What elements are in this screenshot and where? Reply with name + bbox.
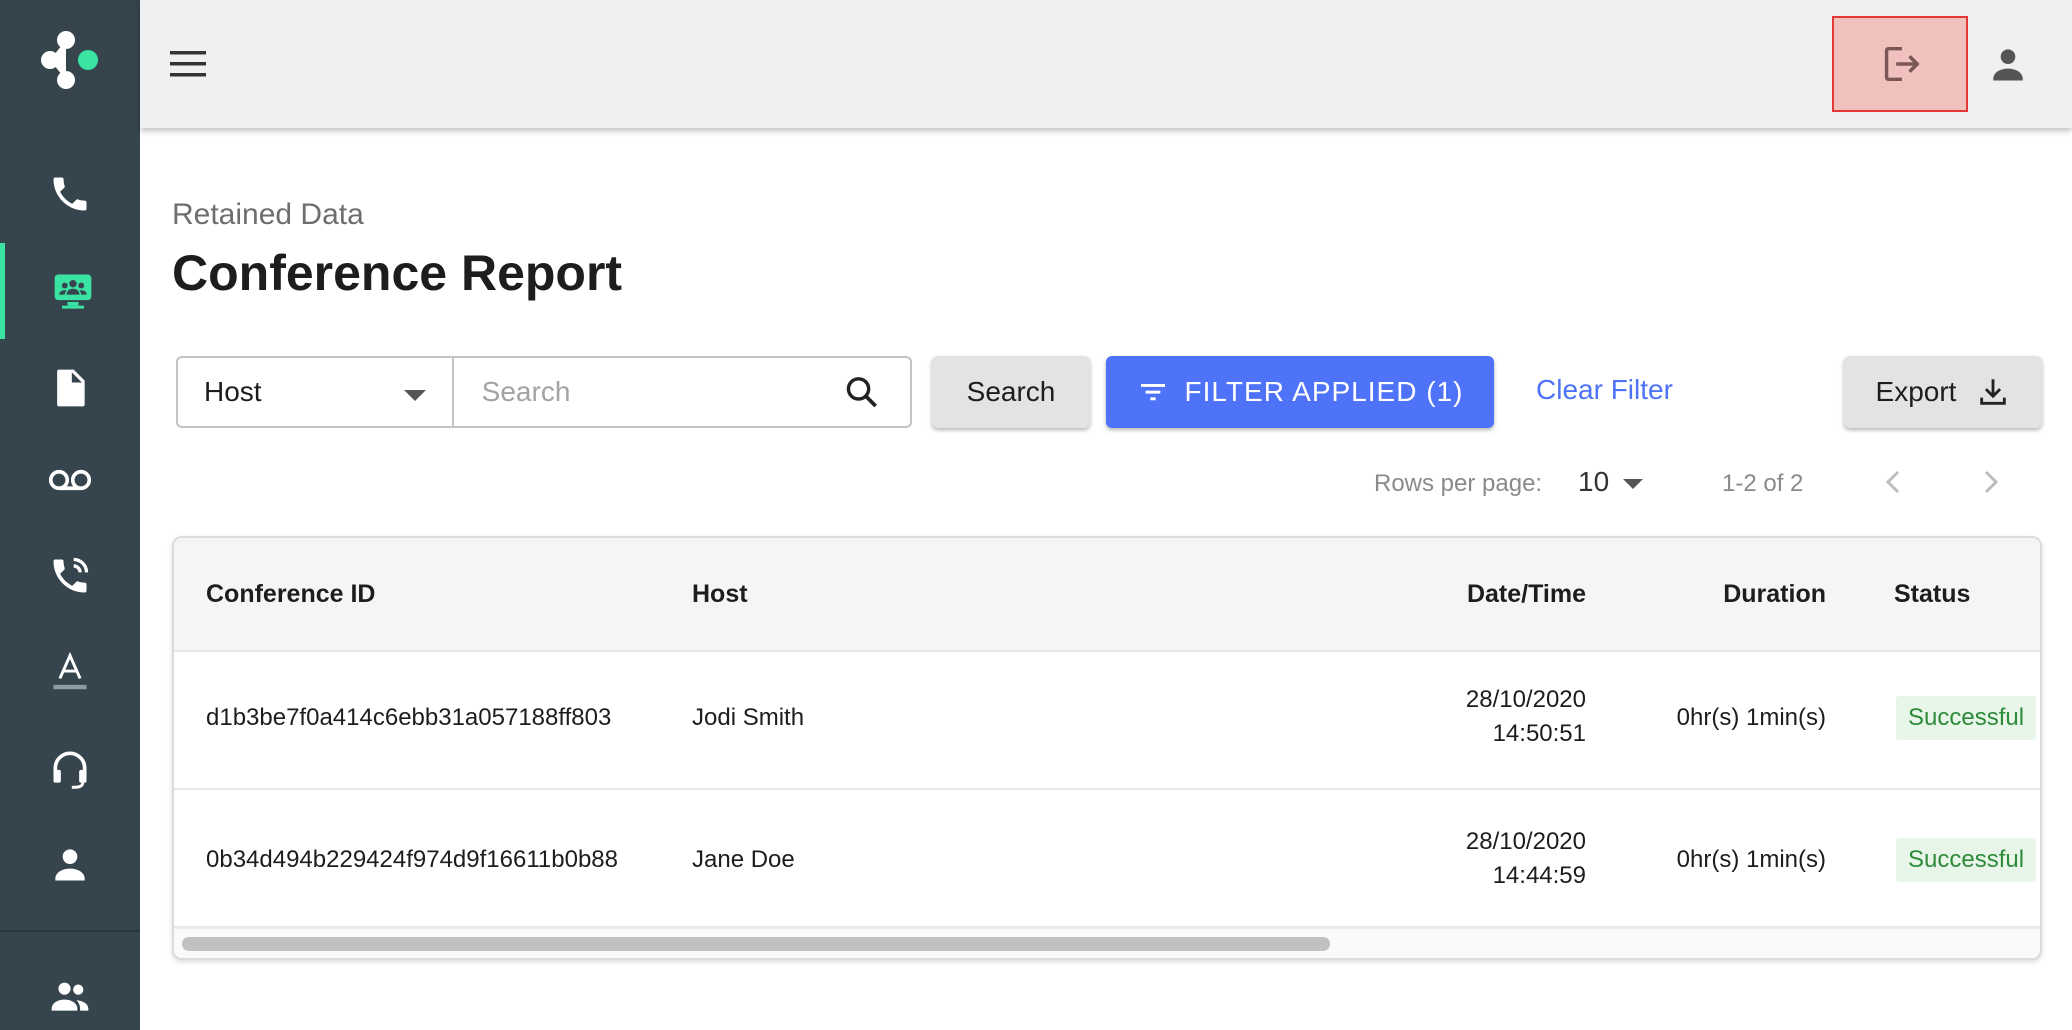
date-cell: 28/10/2020 [1465, 686, 1586, 713]
host-cell: Jane Doe [692, 846, 795, 873]
export-button[interactable]: Export [1844, 356, 2042, 428]
filter-icon [1140, 384, 1165, 401]
menu-button[interactable] [166, 42, 214, 86]
scrollbar-thumb[interactable] [182, 937, 1330, 951]
status-badge: Successful [1896, 838, 2037, 882]
group-icon [51, 982, 89, 1011]
download-icon [1980, 379, 2007, 405]
clear-filter-link[interactable]: Clear Filter [1536, 374, 1673, 406]
person-icon [55, 849, 85, 881]
logout-button[interactable] [1832, 16, 1968, 112]
horizontal-scrollbar[interactable] [174, 928, 2040, 958]
duration-cell: 0hr(s) 1min(s) [1676, 846, 1826, 873]
sidebar-item-users[interactable] [0, 816, 140, 912]
column-header-conference-id[interactable]: Conference ID [206, 580, 375, 609]
pagination-range: 1-2 of 2 [1722, 470, 1804, 497]
sidebar-item-text-formatting[interactable] [0, 624, 140, 720]
conference-id-cell: 0b34d494b229424f974d9f16611b0b88 [206, 846, 618, 873]
sidebar [0, 0, 140, 1030]
host-cell: Jodi Smith [692, 704, 805, 731]
filter-applied-label: FILTER APPLIED (1) [1184, 376, 1464, 407]
rows-per-page-value: 10 [1578, 466, 1610, 497]
conference-id-cell: d1b3be7f0a414c6ebb31a057188ff803 [206, 704, 612, 731]
app-logo[interactable] [40, 30, 104, 90]
status-badge: Successful [1896, 696, 2037, 740]
table-header: Conference ID Host Date/Time Duration St… [174, 538, 2040, 652]
sidebar-item-voicemail[interactable] [0, 432, 140, 528]
rows-per-page-label: Rows per page: [1374, 470, 1543, 497]
filter-applied-button[interactable]: FILTER APPLIED (1) [1106, 356, 1494, 428]
sidebar-item-support[interactable] [0, 720, 140, 816]
page-subtitle: Retained Data [172, 198, 364, 231]
conference-icon [54, 274, 91, 309]
time-cell: 14:50:51 [1492, 720, 1586, 747]
sidebar-item-call-forwarding[interactable] [0, 528, 140, 624]
sidebar-item-groups[interactable] [0, 948, 140, 1030]
table-row[interactable]: 0b34d494b229424f974d9f16611b0b88 Jane Do… [174, 790, 2040, 928]
column-header-status[interactable]: Status [1894, 580, 1970, 609]
column-header-duration[interactable]: Duration [1723, 580, 1826, 609]
account-button[interactable] [1978, 34, 2038, 94]
headset-icon [53, 751, 87, 789]
rows-per-page-select[interactable]: 10 [1578, 462, 1644, 502]
column-header-host[interactable]: Host [692, 580, 748, 609]
account-icon [1993, 49, 2023, 81]
voicemail-icon [49, 469, 91, 491]
chevron-down-icon [403, 390, 426, 401]
column-header-date-time[interactable]: Date/Time [1467, 580, 1586, 609]
app-root: Retained Data Conference Report Host Sea… [0, 0, 2072, 1030]
sidebar-item-documents[interactable] [0, 340, 140, 436]
sidebar-divider [0, 930, 140, 932]
conference-table: Conference ID Host Date/Time Duration St… [172, 536, 2042, 960]
table-row[interactable]: d1b3be7f0a414c6ebb31a057188ff803 Jodi Sm… [174, 652, 2040, 790]
search-field-select-value: Host [204, 376, 262, 407]
document-icon [57, 369, 85, 407]
export-label: Export [1875, 376, 1957, 407]
time-cell: 14:44:59 [1492, 862, 1586, 889]
chevron-down-icon [1623, 478, 1644, 489]
top-bar [140, 0, 2072, 128]
hamburger-menu-icon [170, 51, 206, 77]
sidebar-item-calls[interactable] [0, 146, 140, 242]
search-button[interactable]: Search [932, 356, 1090, 428]
call-forward-icon [53, 557, 89, 593]
previous-page-icon[interactable] [1878, 464, 1910, 500]
page-title: Conference Report [172, 245, 623, 301]
search-field-select[interactable]: Host [178, 358, 454, 426]
logout-icon [1884, 46, 1920, 82]
phone-icon [53, 177, 87, 211]
search-input[interactable] [453, 358, 843, 426]
search-group: Host [176, 356, 912, 428]
text-format-icon [53, 651, 87, 690]
duration-cell: 0hr(s) 1min(s) [1676, 704, 1826, 731]
next-page-icon[interactable] [1974, 464, 2006, 500]
search-icon[interactable] [843, 370, 880, 414]
sidebar-item-conferences[interactable] [0, 243, 140, 339]
date-cell: 28/10/2020 [1465, 828, 1586, 855]
